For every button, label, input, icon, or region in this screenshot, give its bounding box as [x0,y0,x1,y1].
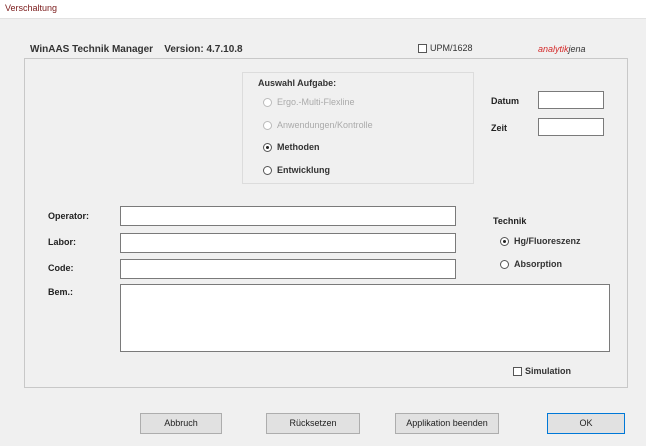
technique-option-label: Hg/Fluoreszenz [514,236,581,246]
task-option-label: Anwendungen/Kontrolle [277,120,373,130]
app-header: WinAAS Technik Manager Version: 4.7.10.8 [30,44,243,55]
logo-part1: analytik [538,44,569,54]
upm-label: UPM/1628 [430,43,473,53]
radio-icon[interactable] [500,237,509,247]
version-value: 4.7.10.8 [206,44,243,55]
task-option-anwendungen[interactable]: Anwendungen/Kontrolle [263,120,373,131]
labor-label: Labor: [48,237,76,247]
close-button[interactable]: Abbruch [140,413,222,434]
technique-option-hg[interactable]: Hg/Fluoreszenz [500,236,581,247]
task-option-label: Methoden [277,142,320,152]
task-option-entwicklung[interactable]: Entwicklung [263,165,331,176]
window-title: Verschaltung [5,3,58,13]
remark-label: Bem.: [48,287,74,297]
labor-field[interactable] [120,233,456,253]
radio-icon[interactable] [263,98,272,108]
end-application-button[interactable]: Applikation beenden [395,413,499,434]
code-field[interactable] [120,259,456,279]
simulation-label: Simulation [525,366,572,376]
operator-field[interactable] [120,206,456,226]
radio-icon[interactable] [500,260,509,270]
technique-title: Technik [493,216,527,226]
radio-icon[interactable] [263,121,272,131]
logo-part2: jena [568,44,586,54]
date-label: Datum [491,96,520,106]
task-option-label: Ergo.-Multi-Flexline [277,97,355,107]
code-label: Code: [48,263,74,273]
technique-option-absorption[interactable]: Absorption [500,259,562,270]
time-field[interactable] [538,118,604,136]
task-option-label: Entwicklung [277,165,331,175]
task-group-title: Auswahl Aufgabe: [258,78,337,88]
ok-button[interactable]: OK [547,413,625,434]
upm-checkbox[interactable] [418,44,427,54]
simulation-checkbox-row[interactable]: Simulation [513,366,572,377]
task-option-flexline[interactable]: Ergo.-Multi-Flexline [263,97,355,108]
reset-button[interactable]: Rücksetzen [266,413,360,434]
radio-icon[interactable] [263,143,272,153]
simulation-checkbox[interactable] [513,367,522,377]
time-label: Zeit [491,123,508,133]
task-option-methoden[interactable]: Methoden [263,142,320,153]
app-name: WinAAS Technik Manager [30,44,154,55]
remark-textarea[interactable] [120,284,610,352]
operator-label: Operator: [48,211,90,221]
analytik-jena-logo: analytikjena [538,44,586,54]
version-label: Version: [164,44,204,55]
technique-option-label: Absorption [514,259,562,269]
date-field[interactable] [538,91,604,109]
window-titlebar: Verschaltung [0,0,646,19]
radio-icon[interactable] [263,166,272,176]
upm-checkbox-row[interactable]: UPM/1628 [418,43,473,54]
